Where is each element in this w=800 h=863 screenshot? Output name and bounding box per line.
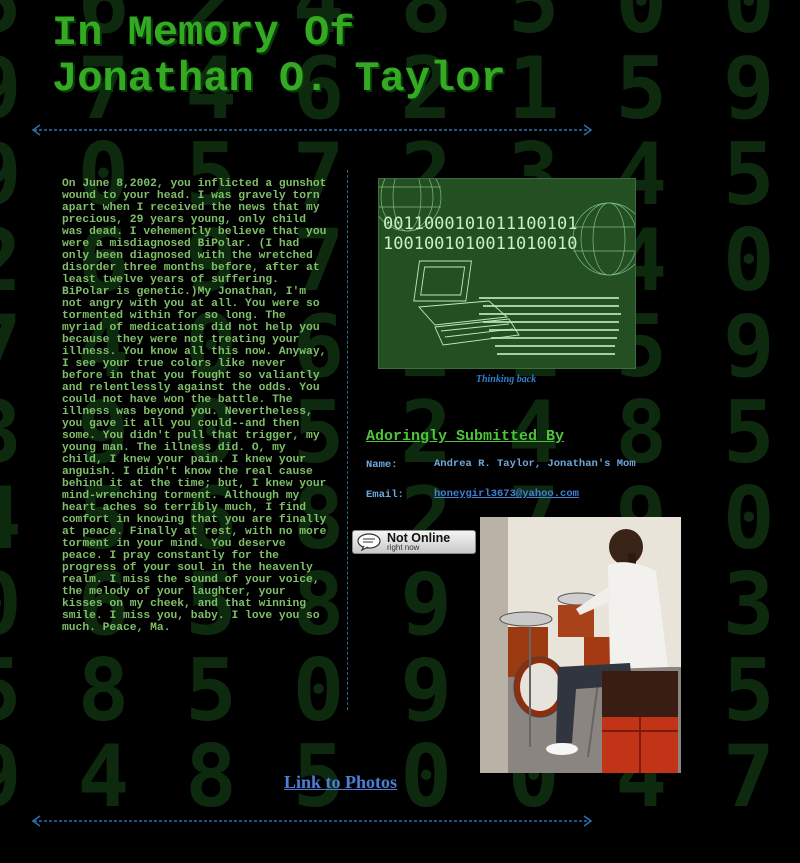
- page-title: In Memory Of Jonathan O. Taylor: [52, 10, 506, 102]
- online-status-button[interactable]: Not Online right now: [352, 530, 476, 554]
- page-title-line2: Jonathan O. Taylor: [52, 55, 506, 103]
- email-label: Email:: [366, 489, 404, 501]
- status-subtext: right now: [387, 542, 420, 552]
- submitted-by-heading: Adoringly Submitted By: [366, 428, 565, 445]
- binary-text-2: 1001001010011010010: [383, 234, 577, 254]
- column-divider: [347, 170, 348, 710]
- bottom-divider: [32, 815, 592, 827]
- binary-text-1: 0011000101011100101: [383, 214, 577, 234]
- hero-caption: Thinking back: [475, 374, 537, 385]
- page-title-line1: In Memory Of: [52, 9, 355, 57]
- email-link[interactable]: honeygirl3673@yahoo.com: [434, 489, 649, 500]
- hero-image: 0011000101011100101 1001001010011010010: [378, 178, 636, 369]
- drummer-photo: [480, 517, 681, 773]
- status-text: Not Online: [387, 530, 451, 545]
- chat-bubble-icon: [357, 533, 381, 551]
- photos-link[interactable]: Link to Photos: [284, 772, 397, 793]
- name-value: Andrea R. Taylor, Jonathan's Mom: [434, 458, 636, 470]
- name-label: Name:: [366, 459, 398, 471]
- memorial-story: On June 8,2002, you inflicted a gunshot …: [62, 178, 327, 634]
- computer-globe-illustration: 0011000101011100101 1001001010011010010: [379, 179, 635, 368]
- top-divider: [32, 124, 592, 136]
